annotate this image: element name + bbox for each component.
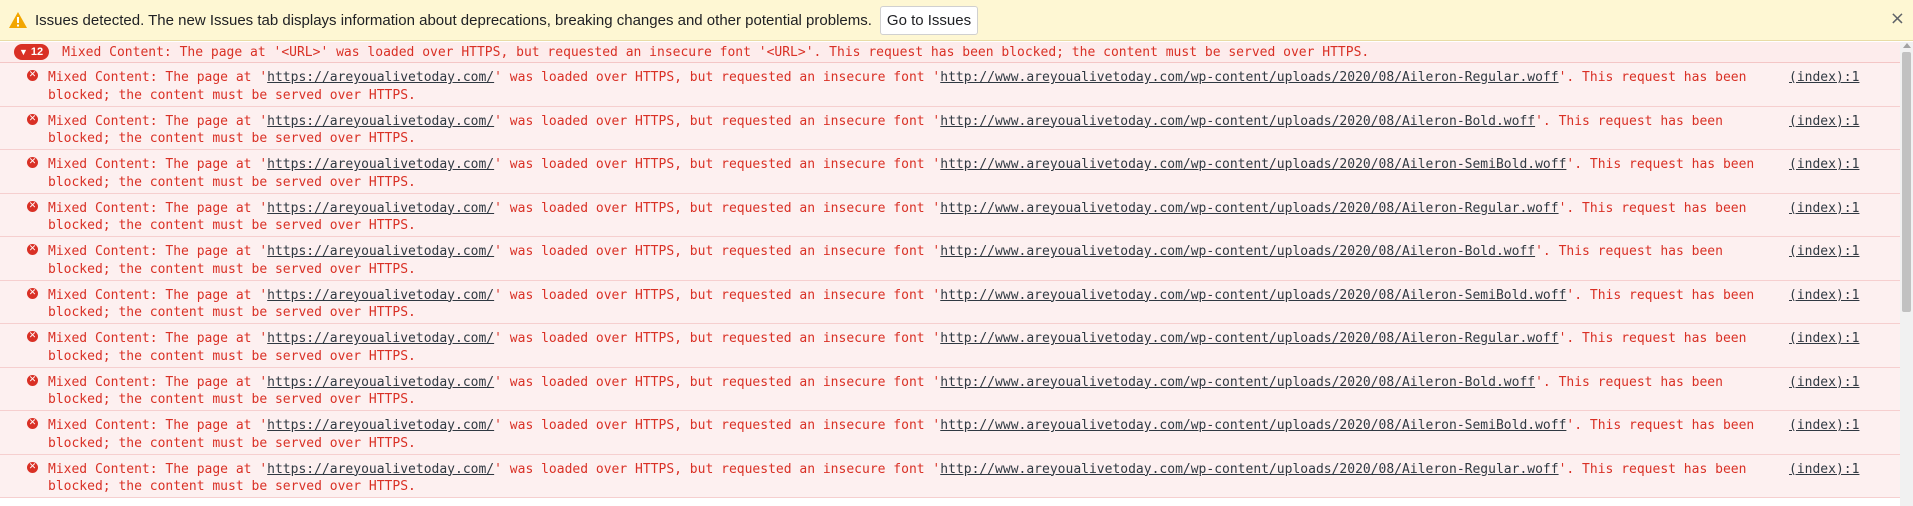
page-url-link[interactable]: https://areyoualivetoday.com/: [267, 157, 494, 172]
scrollbar-thumb[interactable]: [1902, 52, 1911, 312]
font-url-link[interactable]: http://www.areyoualivetoday.com/wp-conte…: [940, 288, 1566, 303]
scrollbar[interactable]: [1900, 42, 1913, 506]
page-url-link[interactable]: https://areyoualivetoday.com/: [267, 70, 494, 85]
message-group-header[interactable]: ▼ 12 Mixed Content: The page at '<URL>' …: [0, 42, 1900, 63]
message-prefix: Mixed Content: The page at ': [48, 374, 268, 390]
collapse-triangle-icon: ▼: [19, 47, 28, 57]
message-middle: ' was loaded over HTTPS, but requested a…: [494, 418, 941, 433]
banner-message: Issues detected. The new Issues tab disp…: [35, 11, 872, 29]
message-middle: ' was loaded over HTTPS, but requested a…: [494, 331, 941, 346]
console-message-row: ✕ Mixed Content: The page at 'https://are…: [0, 106, 1900, 150]
font-url-link[interactable]: http://www.areyoualivetoday.com/wp-conte…: [940, 244, 1535, 259]
message-prefix: Mixed Content: The page at ': [48, 113, 268, 129]
font-url-link[interactable]: http://www.areyoualivetoday.com/wp-conte…: [940, 462, 1558, 477]
warning-icon: [8, 9, 30, 31]
message-prefix: Mixed Content: The page at ': [48, 331, 268, 346]
message-middle: ' was loaded over HTTPS, but requested a…: [494, 70, 941, 85]
error-icon: ✕: [27, 70, 38, 81]
error-icon: ✕: [27, 287, 38, 299]
page-url-link[interactable]: https://areyoualivetoday.com/: [267, 244, 494, 259]
font-url-link[interactable]: http://www.areyoualivetoday.com/wp-conte…: [940, 157, 1566, 172]
source-link[interactable]: (index):1: [1789, 330, 1859, 348]
source-link[interactable]: (index):1: [1789, 287, 1859, 305]
page-url-link[interactable]: https://areyoualivetoday.com/: [267, 114, 494, 129]
console-message-row: ✕ Mixed Content: The page at 'https://are…: [0, 193, 1900, 237]
source-link[interactable]: (index):1: [1789, 113, 1859, 131]
console-message-row: ✕ Mixed Content: The page at 'https://are…: [0, 150, 1900, 194]
source-link[interactable]: (index):1: [1789, 243, 1859, 261]
message-middle: ' was loaded over HTTPS, but requested a…: [494, 374, 941, 390]
error-icon: ✕: [27, 461, 38, 473]
font-url-link[interactable]: http://www.areyoualivetoday.com/wp-conte…: [940, 114, 1535, 129]
console-message-row: ✕ Mixed Content: The page at 'https://are…: [0, 454, 1900, 498]
error-count: 12: [30, 46, 44, 58]
console-message-row: ✕ Mixed Content: The page at 'https://are…: [0, 324, 1900, 368]
page-url-link[interactable]: https://areyoualivetoday.com/: [267, 331, 494, 346]
error-count-badge[interactable]: ▼ 12: [14, 44, 50, 60]
console-message-row: ✕ Mixed Content: The page at 'https://are…: [0, 280, 1900, 324]
message-middle: ' was loaded over HTTPS, but requested a…: [494, 287, 941, 303]
font-url-link[interactable]: http://www.areyoualivetoday.com/wp-conte…: [940, 375, 1535, 390]
font-url-link[interactable]: http://www.areyoualivetoday.com/wp-conte…: [940, 201, 1558, 216]
group-summary-text: Mixed Content: The page at '<URL>' was l…: [62, 44, 1370, 60]
font-url-link[interactable]: http://www.areyoualivetoday.com/wp-conte…: [940, 418, 1566, 433]
message-prefix: Mixed Content: The page at ': [48, 287, 268, 303]
error-icon: ✕: [27, 113, 38, 125]
message-middle: ' was loaded over HTTPS, but requested a…: [494, 113, 941, 129]
error-icon: ✕: [27, 200, 38, 212]
source-link[interactable]: (index):1: [1789, 200, 1859, 218]
go-to-issues-button[interactable]: Go to Issues: [879, 5, 979, 35]
scroll-up-arrow-icon[interactable]: [1903, 43, 1911, 48]
message-prefix: Mixed Content: The page at ': [48, 200, 268, 216]
message-prefix: Mixed Content: The page at ': [48, 244, 268, 259]
message-text: Mixed Content: The page at 'https://arey…: [48, 374, 1768, 409]
page-url-link[interactable]: https://areyoualivetoday.com/: [267, 375, 494, 390]
message-prefix: Mixed Content: The page at ': [48, 157, 268, 172]
source-link[interactable]: (index):1: [1789, 461, 1859, 479]
message-middle: ' was loaded over HTTPS, but requested a…: [494, 157, 941, 172]
error-icon: ✕: [27, 418, 38, 429]
message-middle: ' was loaded over HTTPS, but requested a…: [494, 461, 941, 477]
message-text: Mixed Content: The page at 'https://arey…: [48, 113, 1768, 148]
message-text: Mixed Content: The page at 'https://arey…: [48, 200, 1768, 235]
message-prefix: Mixed Content: The page at ': [48, 461, 268, 477]
font-url-link[interactable]: http://www.areyoualivetoday.com/wp-conte…: [940, 70, 1558, 85]
error-icon: ✕: [27, 244, 38, 255]
message-middle: ' was loaded over HTTPS, but requested a…: [494, 200, 941, 216]
console-message-list: ✕ Mixed Content: The page at 'https://are…: [0, 63, 1900, 498]
message-prefix: Mixed Content: The page at ': [48, 70, 268, 85]
page-url-link[interactable]: https://areyoualivetoday.com/: [267, 201, 494, 216]
message-text: Mixed Content: The page at 'https://arey…: [48, 156, 1768, 191]
message-text: Mixed Content: The page at 'https://arey…: [48, 69, 1768, 104]
console-message-row: ✕ Mixed Content: The page at 'https://are…: [0, 367, 1900, 411]
source-link[interactable]: (index):1: [1789, 374, 1859, 392]
message-middle: ' was loaded over HTTPS, but requested a…: [494, 244, 941, 259]
console-message-row: ✕ Mixed Content: The page at 'https://are…: [0, 63, 1900, 107]
issues-banner: Issues detected. The new Issues tab disp…: [0, 0, 1913, 41]
error-icon: ✕: [27, 331, 38, 342]
console-message-row: ✕ Mixed Content: The page at 'https://are…: [0, 237, 1900, 281]
message-text: Mixed Content: The page at 'https://arey…: [48, 417, 1768, 452]
source-link[interactable]: (index):1: [1789, 417, 1859, 435]
page-url-link[interactable]: https://areyoualivetoday.com/: [267, 418, 494, 433]
page-url-link[interactable]: https://areyoualivetoday.com/: [267, 288, 494, 303]
page-url-link[interactable]: https://areyoualivetoday.com/: [267, 462, 494, 477]
source-link[interactable]: (index):1: [1789, 156, 1859, 174]
error-icon: ✕: [27, 374, 38, 386]
message-text: Mixed Content: The page at 'https://arey…: [48, 243, 1768, 278]
error-icon: ✕: [27, 157, 38, 168]
message-text: Mixed Content: The page at 'https://arey…: [48, 330, 1768, 365]
message-text: Mixed Content: The page at 'https://arey…: [48, 461, 1768, 496]
console-message-row: ✕ Mixed Content: The page at 'https://are…: [0, 411, 1900, 455]
message-text: Mixed Content: The page at 'https://arey…: [48, 287, 1768, 322]
close-icon[interactable]: ×: [1890, 9, 1905, 29]
font-url-link[interactable]: http://www.areyoualivetoday.com/wp-conte…: [940, 331, 1558, 346]
source-link[interactable]: (index):1: [1789, 69, 1859, 87]
message-prefix: Mixed Content: The page at ': [48, 418, 268, 433]
